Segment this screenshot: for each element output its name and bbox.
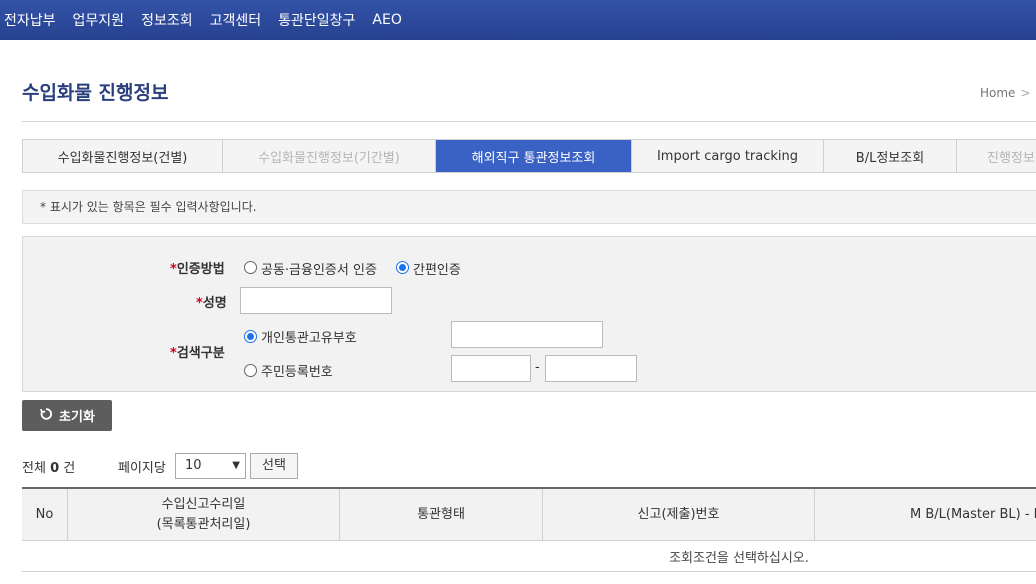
reset-label: 초기화 <box>59 410 95 425</box>
nav-item-e-payment[interactable]: 전자납부 <box>4 10 56 30</box>
reset-button[interactable]: 초기화 <box>22 400 112 431</box>
column-accept-date: 수입신고수리일 (목록통관처리일) <box>68 489 340 541</box>
customs-code-input[interactable] <box>451 321 603 348</box>
per-page-select[interactable]: 10 ▼ <box>175 453 246 479</box>
tab-progress-info[interactable]: 진행정보 <box>957 140 1036 172</box>
per-page-value: 10 <box>185 458 202 473</box>
rrn-separator: - <box>535 360 540 375</box>
required-notice: * 표시가 있는 항목은 필수 입력사항입니다. <box>22 190 1036 224</box>
tab-cargo-by-case[interactable]: 수입화물진행정보(건별) <box>23 140 223 172</box>
nav-item-aeo[interactable]: AEO <box>372 12 401 28</box>
tab-import-cargo-tracking[interactable]: Import cargo tracking <box>632 140 824 172</box>
radio-customs-code[interactable] <box>244 330 257 343</box>
breadcrumb-separator: > <box>1020 86 1031 100</box>
tab-bl-inquiry[interactable]: B/L정보조회 <box>824 140 957 172</box>
rrn-front-input[interactable] <box>451 355 531 382</box>
tab-cargo-by-period[interactable]: 수입화물진행정보(기간별) <box>223 140 436 172</box>
results-table: No 수입신고수리일 (목록통관처리일) 통관형태 신고(제출)번호 M B/L… <box>22 487 1036 572</box>
title-divider <box>22 121 1036 122</box>
column-master-bl: M B/L(Master BL) - H <box>910 507 1036 522</box>
table-header: No 수입신고수리일 (목록통관처리일) 통관형태 신고(제출)번호 M B/L… <box>22 489 1036 541</box>
tab-overseas-direct-purchase[interactable]: 해외직구 통관정보조회 <box>436 140 632 172</box>
customs-code-label[interactable]: 개인통관고유부호 <box>261 327 357 346</box>
search-form: *인증방법 공동·금융인증서 인증 간편인증 *성명 *검색구분 개인통관고유부… <box>22 236 1036 392</box>
rrn-label[interactable]: 주민등록번호 <box>261 361 333 380</box>
radio-simple-auth[interactable] <box>396 261 409 274</box>
refresh-icon <box>39 407 53 425</box>
per-page-label: 페이지당 <box>118 461 166 476</box>
tab-bar: 수입화물진행정보(건별) 수입화물진행정보(기간별) 해외직구 통관정보조회 I… <box>22 139 1036 173</box>
nav-item-single-window[interactable]: 통관단일창구 <box>278 10 355 30</box>
name-input[interactable] <box>240 287 392 314</box>
radio-rrn[interactable] <box>244 364 257 377</box>
rrn-back-input[interactable] <box>545 355 637 382</box>
total-count-value: 0 <box>50 461 60 476</box>
certificate-auth-label[interactable]: 공동·금융인증서 인증 <box>261 259 377 278</box>
breadcrumb: Home > <box>980 86 1031 100</box>
nav-item-business-support[interactable]: 업무지원 <box>73 10 125 30</box>
nav-item-info-inquiry[interactable]: 정보조회 <box>141 10 193 30</box>
column-clearance-type: 통관형태 <box>340 489 543 541</box>
nav-item-customer-center[interactable]: 고객센터 <box>210 10 262 30</box>
radio-certificate-auth[interactable] <box>244 261 257 274</box>
empty-message: 조회조건을 선택하십시오. <box>22 542 1036 572</box>
simple-auth-label[interactable]: 간편인증 <box>413 259 461 278</box>
select-button[interactable]: 선택 <box>250 453 298 479</box>
column-declaration-number: 신고(제출)번호 <box>543 489 815 541</box>
top-navigation: 전자납부 업무지원 정보조회 고객센터 통관단일창구 AEO <box>0 0 1036 40</box>
search-type-label: *검색구분 <box>170 346 225 361</box>
name-label: *성명 <box>196 296 227 311</box>
page-title: 수입화물 진행정보 <box>22 82 169 104</box>
total-count: 전체 0 건 <box>22 461 76 476</box>
auth-method-label: *인증방법 <box>170 262 225 277</box>
chevron-down-icon: ▼ <box>232 460 240 471</box>
column-no: No <box>22 489 68 541</box>
breadcrumb-home[interactable]: Home <box>980 86 1015 100</box>
